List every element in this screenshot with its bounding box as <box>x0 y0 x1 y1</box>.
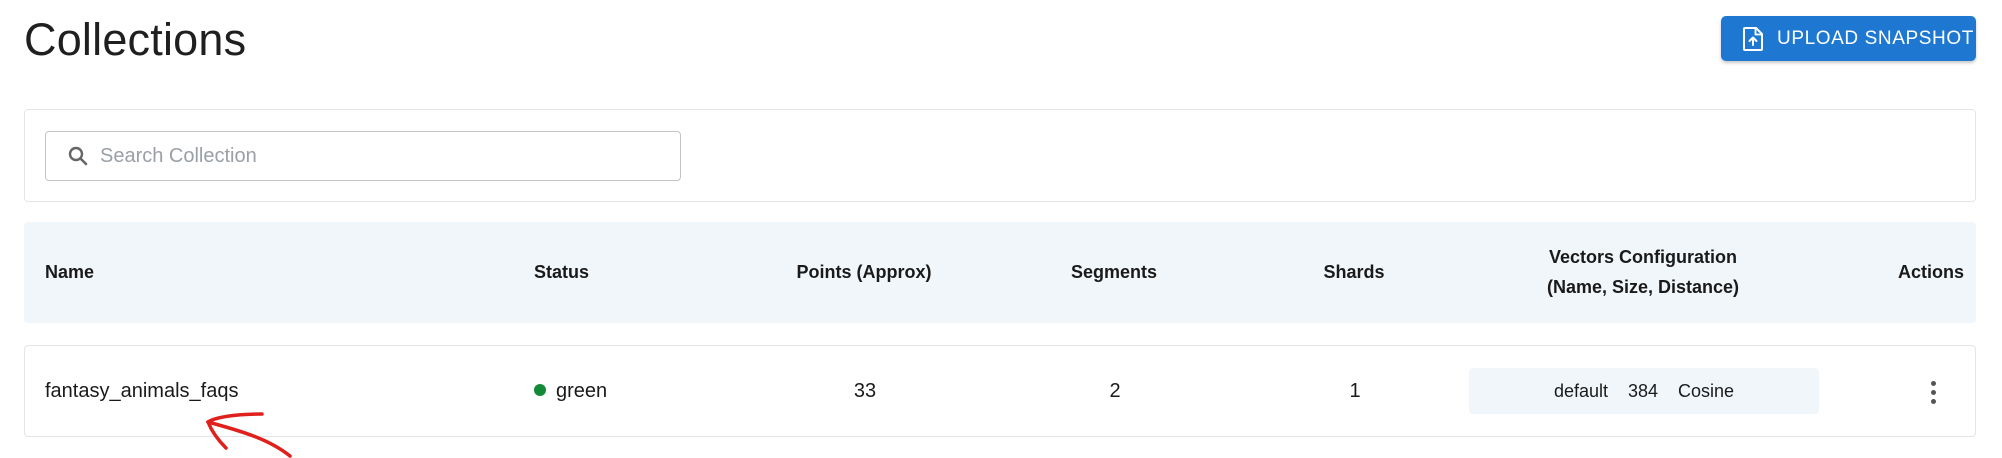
search-panel <box>24 109 1976 202</box>
vector-config-chip: default 384 Cosine <box>1469 368 1819 414</box>
table-row[interactable]: fantasy_animals_faqs green 33 2 1 defaul… <box>24 345 1976 437</box>
status-cell: green <box>534 379 607 403</box>
more-vertical-icon[interactable] <box>1919 376 1947 408</box>
vector-size: 384 <box>1627 380 1659 401</box>
column-header-points[interactable]: Points (Approx) <box>764 257 964 287</box>
upload-snapshot-label: UPLOAD SNAPSHOT <box>1777 27 1974 49</box>
segments-cell: 2 <box>1109 380 1121 402</box>
upload-snapshot-button[interactable]: UPLOAD SNAPSHOT <box>1721 16 1976 61</box>
search-field[interactable] <box>45 131 681 181</box>
column-header-name[interactable]: Name <box>45 257 94 287</box>
column-header-status[interactable]: Status <box>534 257 589 287</box>
search-icon <box>66 144 90 168</box>
vector-distance: Cosine <box>1678 380 1735 401</box>
search-input[interactable] <box>100 144 660 168</box>
column-header-vectors-title: Vectors Configuration <box>1548 247 1737 267</box>
column-header-vectors-subtitle: (Name, Size, Distance) <box>1546 277 1740 297</box>
page-title: Collections <box>24 14 247 65</box>
collection-name-link[interactable]: fantasy_animals_faqs <box>45 379 238 403</box>
column-header-actions: Actions <box>1897 262 1964 282</box>
table-header: Name Status Points (Approx) Segments Sha… <box>24 222 1976 323</box>
column-header-shards[interactable]: Shards <box>1264 257 1444 287</box>
column-header-vectors[interactable]: Vectors Configuration (Name, Size, Dista… <box>1468 242 1818 302</box>
annotation-arrow-icon <box>206 412 292 458</box>
shards-cell: 1 <box>1349 380 1361 402</box>
points-cell: 33 <box>853 380 877 402</box>
column-header-segments[interactable]: Segments <box>1024 257 1204 287</box>
status-text: green <box>556 380 608 402</box>
vector-name: default <box>1553 380 1608 401</box>
upload-file-icon <box>1743 26 1763 51</box>
status-dot <box>534 384 546 396</box>
